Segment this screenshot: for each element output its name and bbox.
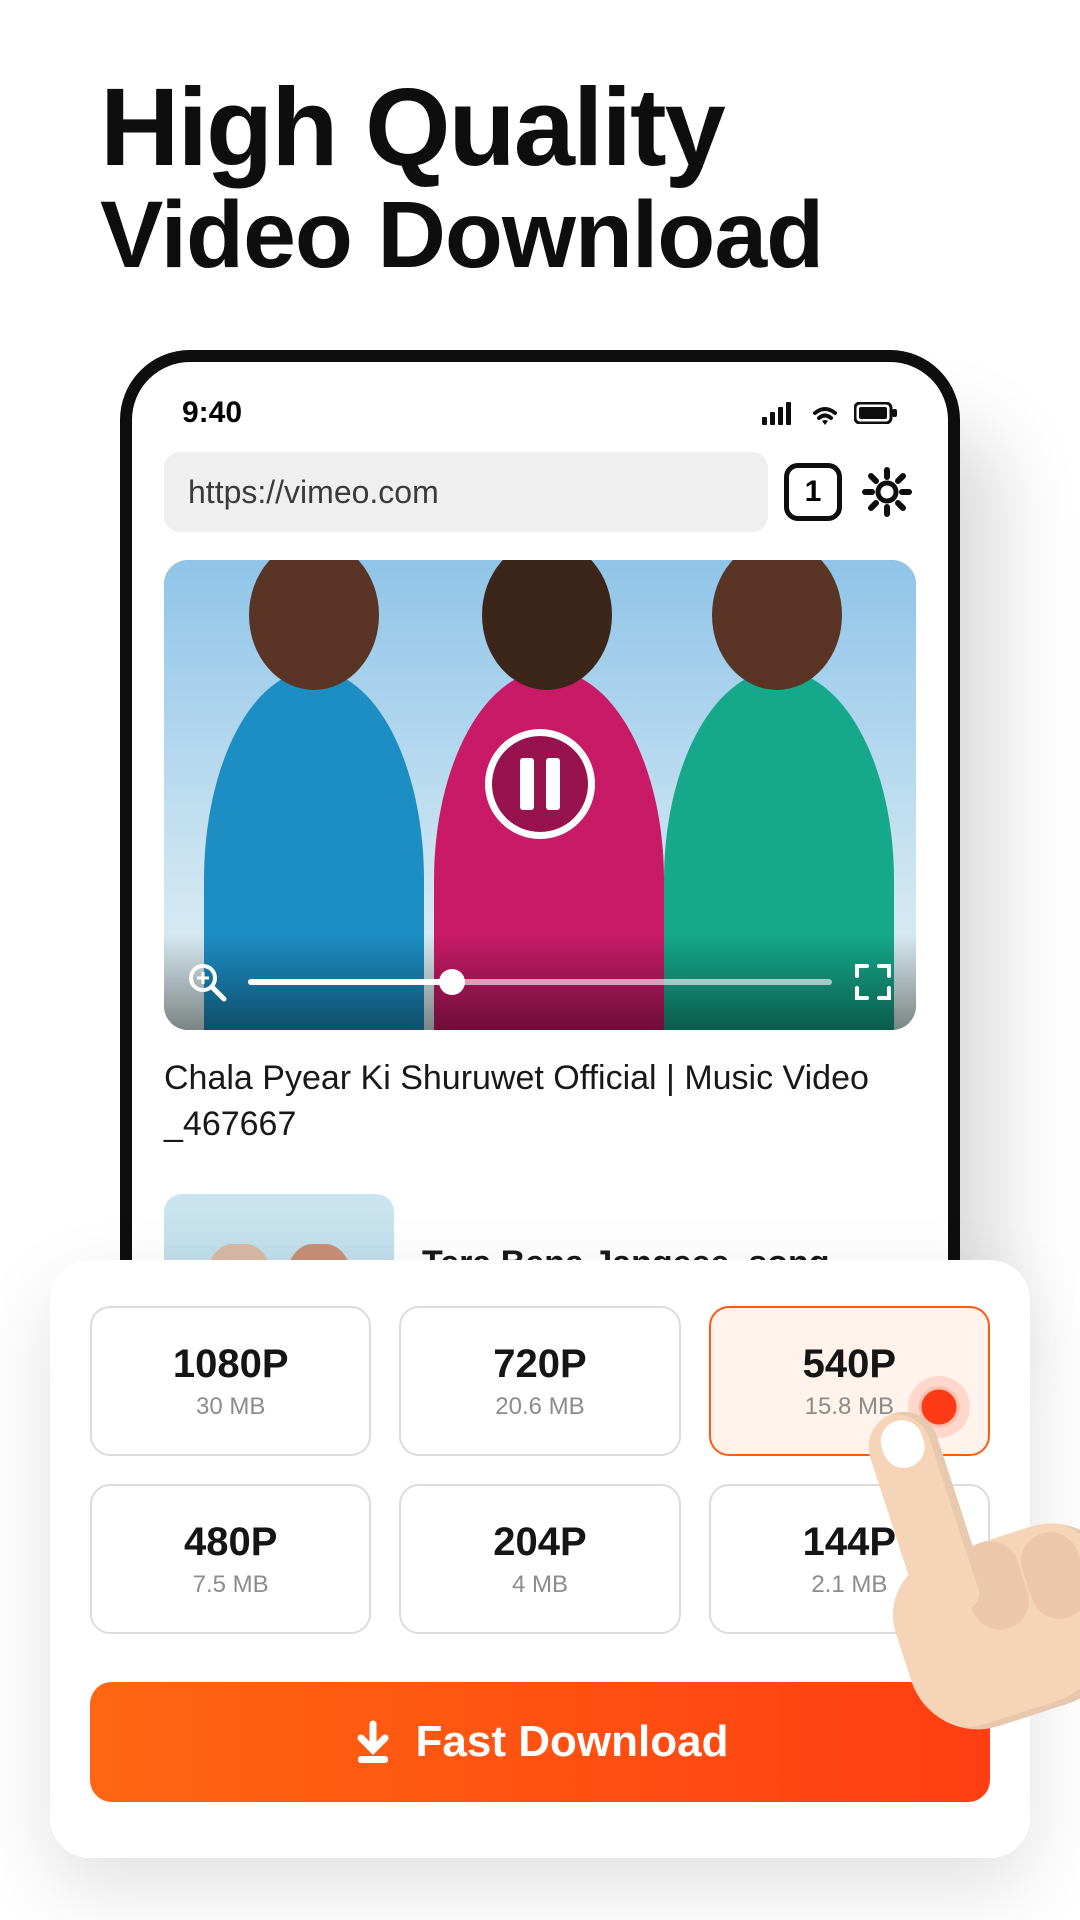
quality-res: 720P <box>493 1342 586 1387</box>
pause-icon <box>520 758 534 810</box>
gear-icon <box>862 467 912 517</box>
zoom-icon[interactable] <box>186 961 228 1003</box>
fullscreen-icon[interactable] <box>852 961 894 1003</box>
headline-line2: Video Download <box>100 186 990 286</box>
video-title: Chala Pyear Ki Shuruwet Official | Music… <box>164 1056 916 1148</box>
quality-option-204p[interactable]: 204P 4 MB <box>399 1484 680 1634</box>
quality-size: 2.1 MB <box>811 1571 887 1599</box>
fast-download-button[interactable]: Fast Download <box>90 1682 990 1802</box>
signal-icon <box>762 401 796 425</box>
quality-size: 20.6 MB <box>495 1393 584 1421</box>
quality-option-144p[interactable]: 144P 2.1 MB <box>709 1484 990 1634</box>
promo-headline: High Quality Video Download <box>0 0 1080 315</box>
fast-download-label: Fast Download <box>416 1717 729 1767</box>
quality-size: 7.5 MB <box>193 1571 269 1599</box>
status-icons <box>762 400 898 426</box>
quality-option-720p[interactable]: 720P 20.6 MB <box>399 1306 680 1456</box>
quality-size: 30 MB <box>196 1393 265 1421</box>
quality-option-480p[interactable]: 480P 7.5 MB <box>90 1484 371 1634</box>
url-text: https://vimeo.com <box>188 474 439 511</box>
quality-sheet: 1080P 30 MB 720P 20.6 MB 540P 15.8 MB 48… <box>50 1260 1030 1858</box>
status-bar: 9:40 <box>164 390 916 452</box>
address-bar[interactable]: https://vimeo.com <box>164 452 768 532</box>
status-time: 9:40 <box>182 396 242 430</box>
quality-res: 144P <box>803 1520 896 1565</box>
tab-count: 1 <box>805 475 822 509</box>
phone-frame: 9:40 https://vimeo.com 1 <box>120 350 960 1350</box>
quality-res: 1080P <box>173 1342 289 1387</box>
download-icon <box>352 1720 394 1764</box>
video-player[interactable] <box>164 560 916 1030</box>
wifi-icon <box>808 400 842 426</box>
headline-line1: High Quality <box>100 70 990 186</box>
quality-res: 480P <box>184 1520 277 1565</box>
settings-button[interactable] <box>858 463 916 521</box>
quality-res: 540P <box>803 1342 896 1387</box>
quality-size: 15.8 MB <box>805 1393 894 1421</box>
pause-button[interactable] <box>485 729 595 839</box>
quality-size: 4 MB <box>512 1571 568 1599</box>
tabs-button[interactable]: 1 <box>784 463 842 521</box>
battery-icon <box>854 402 898 424</box>
tap-indicator-icon <box>918 1386 960 1428</box>
quality-res: 204P <box>493 1520 586 1565</box>
player-controls <box>164 934 916 1030</box>
seek-bar[interactable] <box>248 979 832 985</box>
quality-option-540p[interactable]: 540P 15.8 MB <box>709 1306 990 1456</box>
quality-grid: 1080P 30 MB 720P 20.6 MB 540P 15.8 MB 48… <box>90 1306 990 1634</box>
quality-option-1080p[interactable]: 1080P 30 MB <box>90 1306 371 1456</box>
